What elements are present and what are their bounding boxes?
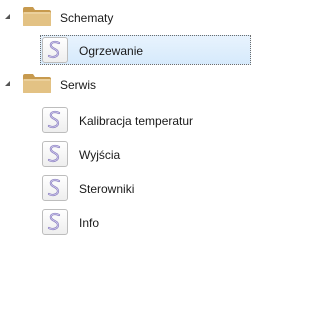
tree-node-label: Serwis [60,78,97,92]
navigation-tree: Schematy Ogrzewanie Serwis Kalibracja te… [0,0,251,309]
tree-item-label: Info [79,216,100,230]
tree-item-sterowniki[interactable]: Sterowniki [0,173,251,203]
tree-node-label: Schematy [60,11,114,25]
tree-node-serwis[interactable]: Serwis [0,70,251,100]
s-logo-icon [42,175,68,201]
tree-item-wyjscia[interactable]: Wyjścia [0,139,251,169]
tree-item-ogrzewanie-content: Ogrzewanie [0,35,251,65]
s-logo-icon [42,209,68,235]
expanded-arrow-icon[interactable] [5,81,10,86]
folder-icon [23,74,51,93]
s-logo-icon [42,107,68,133]
tree-node-schematy[interactable]: Schematy [0,3,251,33]
s-logo-icon [42,141,68,167]
tree-item-label: Wyjścia [79,148,121,162]
tree-item-kalibracja-temperatur[interactable]: Kalibracja temperatur [0,105,251,135]
folder-icon [23,7,51,26]
tree-item-label: Kalibracja temperatur [79,114,194,128]
tree-item-info[interactable]: Info [0,207,251,237]
tree-item-label: Sterowniki [79,182,135,196]
expanded-arrow-icon[interactable] [5,14,10,19]
tree-item-label: Ogrzewanie [79,44,144,58]
s-logo-icon [42,37,68,63]
